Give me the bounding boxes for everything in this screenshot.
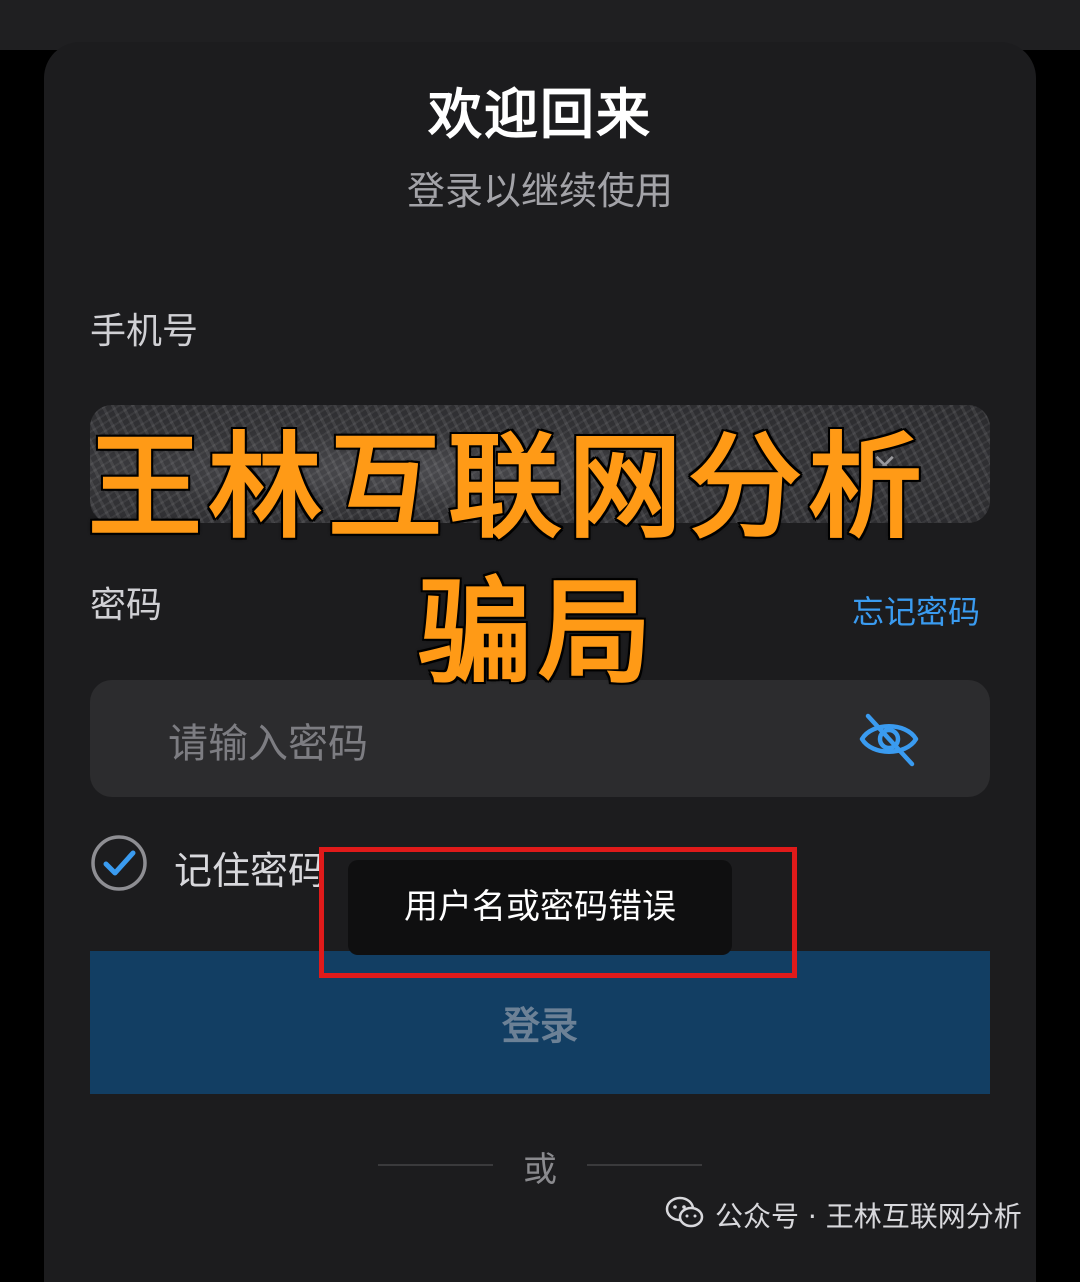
remember-password-label: 记住密码 <box>174 849 327 893</box>
forgot-password-link[interactable]: 忘记密码 <box>852 587 980 633</box>
page-subtitle: 登录以继续使用 <box>406 169 673 213</box>
phone-label: 手机号 <box>90 311 199 352</box>
password-placeholder: 请输入密码 <box>168 721 368 767</box>
highlight-box <box>319 847 797 978</box>
eye-off-icon[interactable] <box>856 706 922 772</box>
wechat-icon <box>665 1196 704 1228</box>
divider-text: 或 <box>523 1150 557 1190</box>
watermark-text: 公众号 · 王林互联网分析 <box>715 1200 1022 1233</box>
overlay-title-line-1: 王林互联网分析 <box>86 420 929 556</box>
password-label: 密码 <box>90 585 163 626</box>
page-title: 欢迎回来 <box>428 83 652 146</box>
remember-checkbox[interactable] <box>90 834 148 892</box>
overlay-title-line-2: 骗局 <box>416 565 659 701</box>
divider: 或 <box>0 1142 1080 1192</box>
